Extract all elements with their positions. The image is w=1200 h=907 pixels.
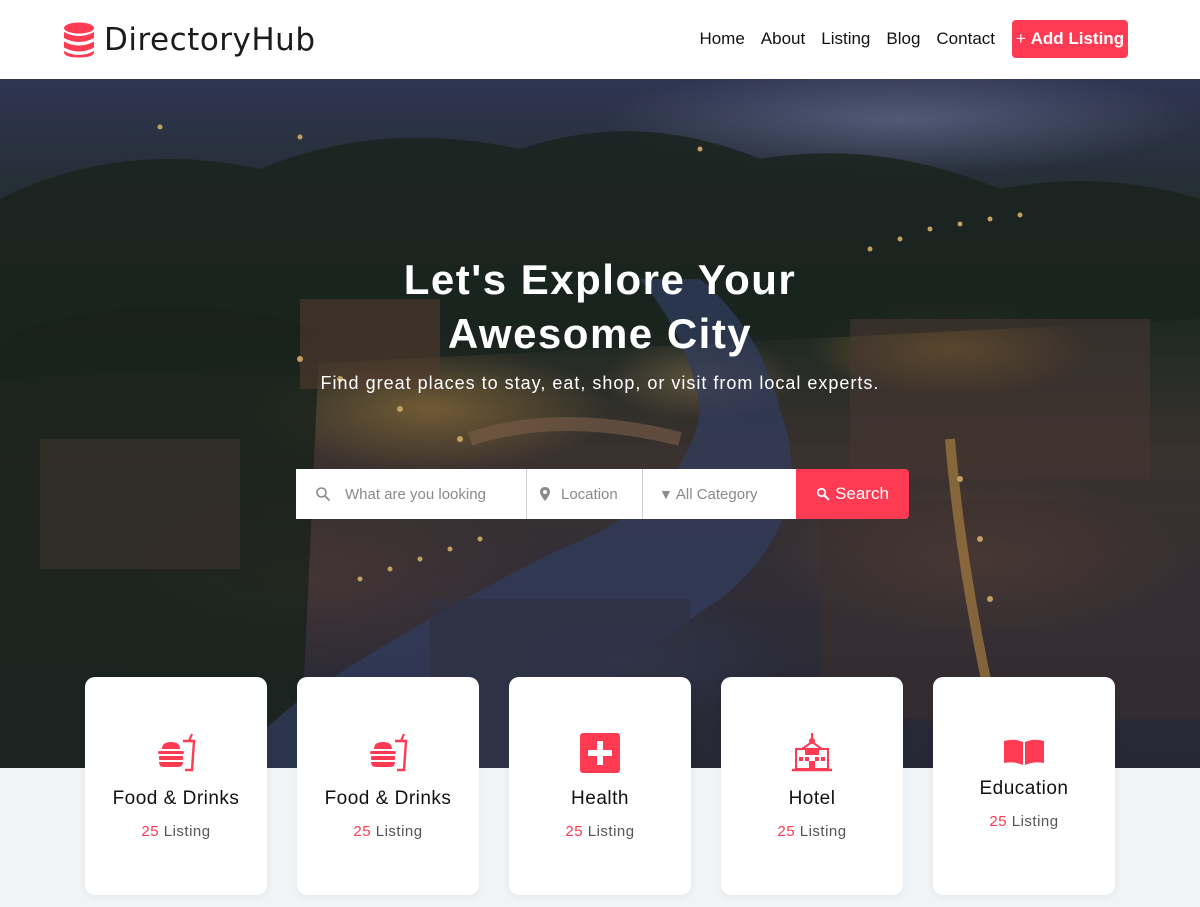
hero-title: Let's Explore Your Awesome City (0, 253, 1200, 361)
location-input[interactable]: Location (526, 469, 642, 519)
search-icon (316, 487, 330, 501)
category-card-food-drinks-2[interactable]: Food & Drinks 25 Listing (297, 677, 479, 895)
nav-home[interactable]: Home (699, 29, 744, 49)
open-book-icon (1004, 739, 1044, 765)
health-cross-icon (580, 733, 620, 773)
location-pin-icon (540, 487, 550, 501)
category-count: 25 Listing (141, 823, 211, 840)
category-name: Food & Drinks (112, 788, 240, 809)
search-button[interactable]: Search (796, 469, 909, 519)
food-drinks-icon (158, 733, 196, 772)
main-nav: Home About Listing Blog Contact + Add Li… (699, 20, 1200, 58)
add-listing-button[interactable]: + Add Listing (1012, 20, 1128, 58)
nav-listing[interactable]: Listing (821, 29, 870, 49)
category-name: Food & Drinks (324, 788, 452, 809)
category-name: Education (979, 778, 1069, 799)
category-card-food-drinks[interactable]: Food & Drinks 25 Listing (85, 677, 267, 895)
add-listing-label: Add Listing (1030, 29, 1125, 48)
brand-name: DirectoryHub (104, 22, 316, 58)
hero-title-line2: Awesome City (447, 310, 753, 357)
filter-icon: ▼ (659, 486, 673, 502)
category-count: 25 Listing (353, 823, 423, 840)
category-count: 25 Listing (777, 823, 847, 840)
nav-blog[interactable]: Blog (886, 29, 920, 49)
category-select[interactable]: ▼ All Category (642, 469, 797, 519)
search-icon (816, 487, 830, 501)
site-header: DirectoryHub Home About Listing Blog Con… (0, 0, 1200, 79)
search-button-label: Search (835, 484, 889, 503)
database-icon (64, 22, 94, 58)
location-placeholder: Location (561, 485, 618, 503)
hero-overlay (0, 79, 1200, 768)
nav-contact[interactable]: Contact (936, 29, 995, 49)
category-card-hotel[interactable]: Hotel 25 Listing (721, 677, 903, 895)
brand-logo[interactable]: DirectoryHub (63, 20, 316, 60)
category-count: 25 Listing (565, 823, 635, 840)
hero-title-line1: Let's Explore Your (403, 256, 797, 303)
hero-subtitle: Find great places to stay, eat, shop, or… (320, 373, 880, 393)
keyword-search-input[interactable]: What are you looking (296, 469, 526, 519)
food-drinks-icon (370, 733, 408, 772)
category-name: Health (571, 788, 629, 809)
hero-banner: Let's Explore Your Awesome City Find gre… (0, 79, 1200, 768)
keyword-placeholder: What are you looking (345, 485, 486, 503)
category-selected-value: All Category (675, 485, 758, 503)
category-count: 25 Listing (989, 813, 1059, 830)
hotel-building-icon (792, 733, 832, 772)
search-bar: What are you looking Location ▼ All Cate… (296, 469, 909, 519)
category-name: Hotel (788, 788, 836, 809)
category-card-education[interactable]: Education 25 Listing (933, 677, 1115, 895)
nav-about[interactable]: About (761, 29, 805, 49)
category-card-health[interactable]: Health 25 Listing (509, 677, 691, 895)
plus-icon: + (1015, 29, 1026, 48)
